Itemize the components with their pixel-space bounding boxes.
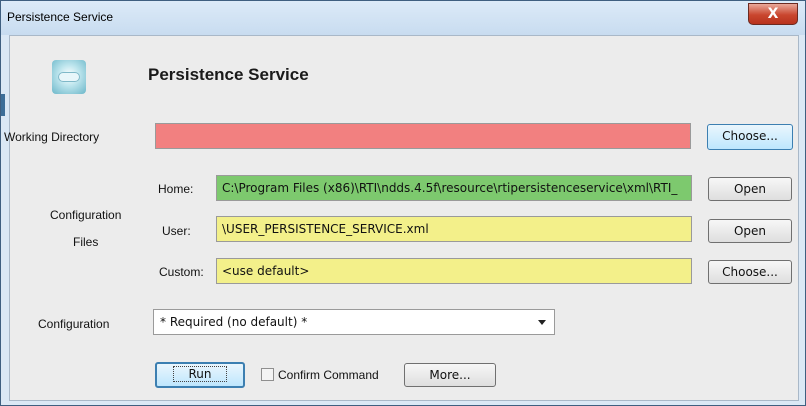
custom-label: Custom: [159,265,204,279]
user-label: User: [162,224,191,238]
configuration-files-label-line2: Files [73,235,99,249]
open-home-button[interactable]: Open [708,177,792,201]
confirm-command-checkbox[interactable] [261,368,274,381]
run-button[interactable]: Run [155,362,245,388]
custom-config-field[interactable]: <use default> [216,258,692,284]
confirm-command-label[interactable]: Confirm Command [278,368,379,382]
open-user-button[interactable]: Open [708,219,792,243]
cloud-icon [52,60,86,94]
working-directory-field[interactable] [155,123,691,149]
home-label: Home: [158,182,194,196]
close-icon[interactable]: X [768,6,779,22]
home-config-field[interactable]: C:\Program Files (x86)\RTI\ndds.4.5f\res… [216,175,692,201]
close-button[interactable]: X [748,3,798,25]
focus-indicator [1,94,5,116]
user-config-field[interactable]: \USER_PERSISTENCE_SERVICE.xml [216,216,692,242]
main-panel: Persistence Service Working Directory Ch… [4,35,799,401]
window-title: Persistence Service [7,10,114,24]
title-bar[interactable]: Persistence Service X [1,1,805,35]
app-window: Persistence Service X Persistence Servic… [0,0,806,406]
chevron-down-icon[interactable] [538,320,546,325]
choose-working-directory-button[interactable]: Choose... [707,124,793,150]
configuration-files-label-line1: Configuration [50,208,122,222]
configuration-selected-value: * Required (no default) * [160,315,308,329]
configuration-label: Configuration [38,317,110,331]
choose-custom-button[interactable]: Choose... [708,260,792,284]
run-button-label: Run [173,366,227,382]
more-button[interactable]: More... [404,363,496,387]
working-directory-label: Working Directory [4,130,100,144]
configuration-select[interactable]: * Required (no default) * [153,309,555,335]
page-title: Persistence Service [148,65,309,84]
